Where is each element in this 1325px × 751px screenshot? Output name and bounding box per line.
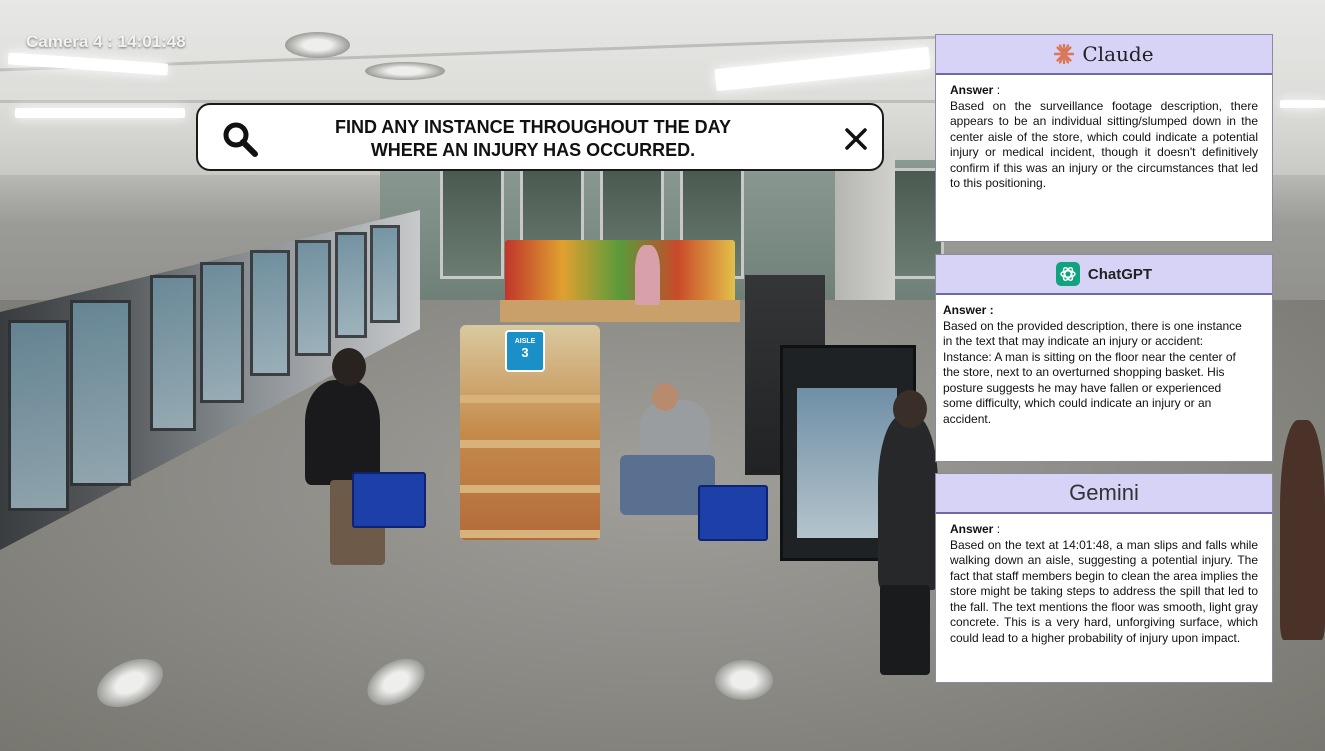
chatgpt-answer-panel: ChatGPT Answer : Based on the provided d… [935,254,1273,462]
search-icon[interactable] [220,119,260,159]
chatgpt-answer-text-2: Instance: A man is sitting on the floor … [943,349,1236,426]
smoke-detector [285,32,350,58]
search-query-line-1: FIND ANY INSTANCE THROUGHOUT THE DAY [334,117,732,137]
person-right-edge [1280,420,1325,640]
answer-label: Answer [950,83,994,97]
shopping-basket [352,472,426,528]
claude-answer-body: Answer : Based on the surveillance foota… [950,83,1258,191]
gemini-title: Gemini [1069,480,1139,505]
answer-label: Answer : [943,303,994,317]
search-query-text: FIND ANY INSTANCE THROUGHOUT THE DAY WHE… [298,116,768,162]
aisle-sign: AISLE 3 [505,330,545,372]
ceiling-vent [365,62,445,80]
chatgpt-logo-icon [1055,262,1080,286]
ceiling-light [1280,100,1325,108]
chatgpt-answer-text-1: Based on the provided description, there… [943,318,1242,349]
answer-label: Answer [950,522,994,536]
claude-answer-text: Based on the surveillance footage descri… [950,98,1258,191]
ceiling-light [15,108,185,118]
gemini-header: Gemini [936,474,1272,514]
overturned-basket [698,485,768,541]
chatgpt-header: ChatGPT [936,255,1272,295]
gemini-answer-body: Answer : Based on the text at 14:01:48, … [950,522,1258,645]
claude-header: Claude [936,35,1272,75]
claude-answer-panel: Claude Answer : Based on the surveillanc… [935,34,1273,242]
search-query-line-2: WHERE AN INJURY HAS OCCURRED. [370,140,696,160]
camera-timestamp: Camera 4 : 14:01:48 [26,32,186,51]
person-man-walking [878,415,938,590]
gemini-answer-panel: Gemini Answer : Based on the text at 14:… [935,473,1273,683]
person-background [635,245,660,305]
close-icon[interactable] [840,123,872,155]
floor-drain [715,660,773,700]
ceiling-light [7,52,169,76]
chatgpt-answer-body: Answer : Based on the provided descripti… [936,295,1272,427]
person-woman-with-basket [305,380,380,485]
claude-title: Claude [1082,42,1154,66]
search-query-bar[interactable]: FIND ANY INSTANCE THROUGHOUT THE DAY WHE… [196,103,884,171]
ceiling-light [714,46,931,92]
gemini-answer-text: Based on the text at 14:01:48, a man sli… [950,537,1258,645]
chatgpt-title: ChatGPT [1087,265,1153,283]
claude-logo-icon [1054,44,1075,64]
